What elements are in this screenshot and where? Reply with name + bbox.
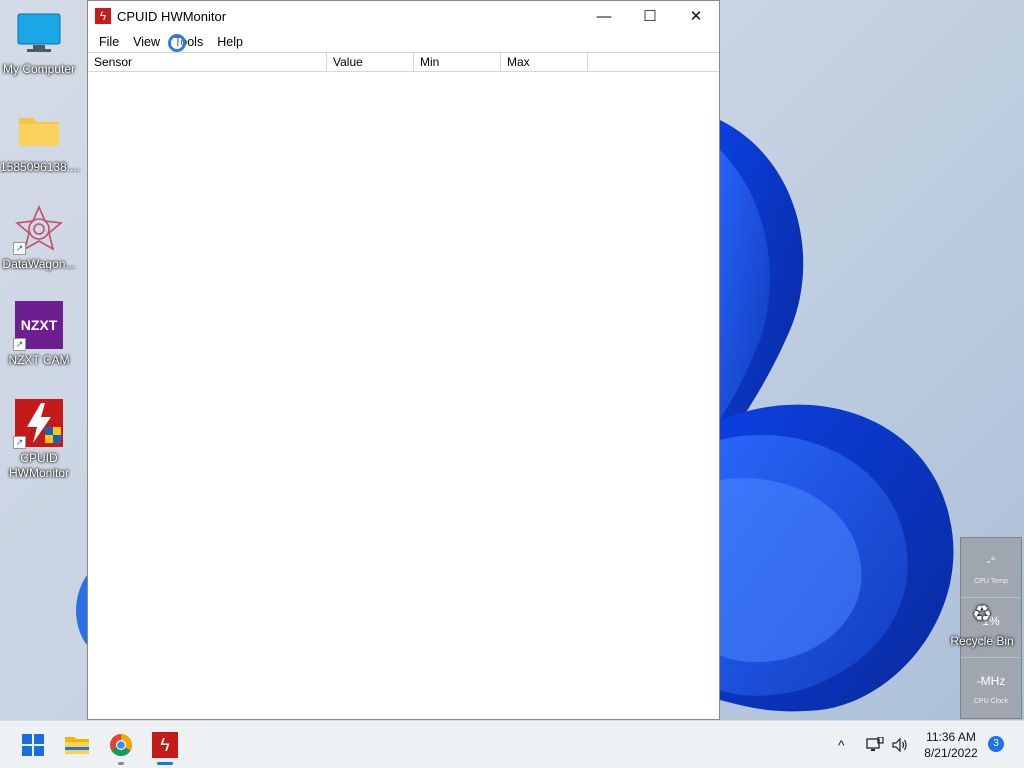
hwmonitor-icon: ↗ [13, 399, 63, 449]
gadget-label: CPU Clock [973, 698, 1009, 705]
desktop-icon-datawagon[interactable]: ↗ DataWagon... [0, 204, 78, 272]
desktop-icon-label: Recycle Bin [950, 634, 1014, 648]
hwmonitor-icon: ϟ [152, 732, 178, 758]
menu-view[interactable]: View [127, 35, 166, 49]
desktop-icon-label: My Computer [2, 62, 76, 76]
chevron-up-icon: ^ [838, 737, 845, 753]
gadget-cpu-clock: -MHz CPU Clock [961, 658, 1021, 718]
taskbar-chrome[interactable] [106, 730, 136, 765]
desktop-icon-recycle-bin[interactable]: ♻ Recycle Bin [940, 600, 1024, 648]
minimize-button[interactable]: — [581, 1, 627, 31]
tray-network[interactable] [866, 721, 884, 768]
title-bar[interactable]: ϟ CPUID HWMonitor — ☐ ✕ [88, 1, 719, 31]
gadget-cpu-temp: -° CPU Temp [961, 538, 1021, 598]
maximize-button[interactable]: ☐ [627, 1, 673, 31]
clock-date: 8/21/2022 [924, 746, 978, 760]
taskbar-hwmonitor[interactable]: ϟ [150, 730, 180, 765]
tray-clock[interactable]: 11:36 AM 8/21/2022 [916, 729, 986, 761]
folder-icon [15, 108, 63, 156]
recycle-bin-icon: ♻ [972, 601, 992, 626]
sensor-table-header: Sensor Value Min Max [88, 52, 719, 72]
clock-time: 11:36 AM [926, 730, 976, 744]
menu-file[interactable]: File [93, 35, 125, 49]
column-header-value[interactable]: Value [327, 53, 414, 71]
running-indicator [118, 762, 124, 765]
gadget-value: -° [986, 554, 996, 568]
desktop-icon-nzxt-cam[interactable]: NZXT ↗ NZXT CAM [0, 301, 78, 368]
mouse-cursor-indicator [168, 34, 186, 52]
shortcut-arrow-icon: ↗ [13, 338, 26, 351]
notification-badge[interactable]: 3 [988, 736, 1004, 752]
sensor-table-body[interactable] [88, 72, 719, 719]
menu-help[interactable]: Help [211, 35, 249, 49]
column-header-sensor[interactable]: Sensor [88, 53, 327, 71]
desktop-icon-my-computer[interactable]: My Computer [0, 10, 78, 77]
tray-volume[interactable] [891, 721, 909, 768]
shortcut-arrow-icon: ↗ [13, 436, 26, 449]
desktop-icon-folder[interactable]: 1585096138.... [0, 108, 81, 175]
speaker-icon [892, 737, 907, 753]
window-title: CPUID HWMonitor [117, 8, 227, 24]
taskbar-file-explorer[interactable] [62, 730, 92, 760]
datawagon-icon: ↗ [13, 204, 63, 255]
desktop-icon-label: CPUID HWMonitor [8, 451, 69, 480]
shortcut-arrow-icon: ↗ [13, 242, 26, 255]
start-button[interactable] [18, 730, 48, 760]
gadget-label: CPU Temp [974, 578, 1008, 585]
windows-logo-icon [22, 734, 44, 756]
nzxt-icon: NZXT ↗ [13, 301, 63, 351]
monitor-icon [15, 10, 63, 58]
desktop-icon-label: NZXT CAM [8, 353, 70, 367]
column-header-max[interactable]: Max [501, 53, 588, 71]
hwmonitor-app-icon: ϟ [95, 8, 111, 24]
desktop-icon-hwmonitor[interactable]: ↗ CPUID HWMonitor [0, 399, 78, 481]
desktop-icon-label: DataWagon... [2, 257, 76, 271]
tray-overflow-chevron[interactable]: ^ [838, 721, 845, 768]
hwmonitor-window: ϟ CPUID HWMonitor — ☐ ✕ File View Tools … [87, 0, 720, 720]
close-button[interactable]: ✕ [673, 1, 719, 31]
desktop-icon-label: 1585096138.... [0, 160, 81, 174]
taskbar: ϟ ^ 11:36 AM 8/21/2022 3 [0, 720, 1024, 768]
gadget-value: -MHz [976, 674, 1006, 688]
chrome-icon [110, 734, 132, 756]
network-icon [866, 737, 884, 751]
active-indicator [157, 762, 173, 765]
folder-icon [65, 737, 89, 754]
column-header-min[interactable]: Min [414, 53, 501, 71]
